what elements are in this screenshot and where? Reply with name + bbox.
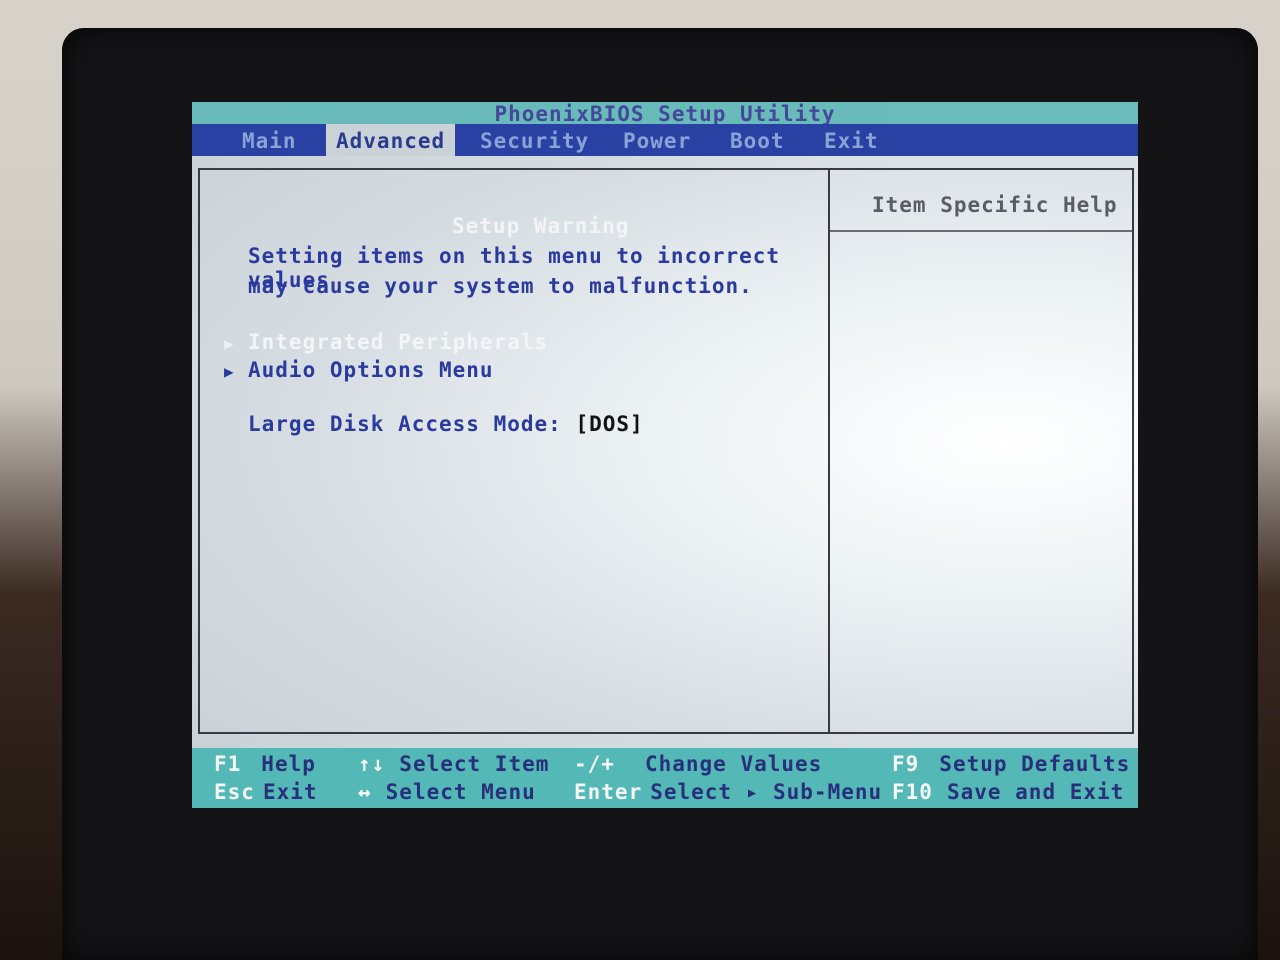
key-label: Enter <box>574 780 643 804</box>
key-label: -/+ <box>574 752 615 776</box>
key-label: Esc <box>214 780 255 804</box>
bios-screen: PhoenixBIOS Setup Utility Main Advanced … <box>192 102 1138 808</box>
help-title: Item Specific Help <box>830 170 1132 232</box>
key-hint-exit: Esc Exit <box>214 778 318 806</box>
key-hint-help: F1 Help <box>214 750 316 778</box>
key-label: F1 <box>214 752 242 776</box>
key-label: F9 <box>892 752 920 776</box>
key-hint-save-exit: F10 Save and Exit <box>892 778 1124 806</box>
main-panel: Setup Warning Setting items on this menu… <box>198 168 830 734</box>
key-description: Exit <box>262 780 318 804</box>
key-hint-setup-defaults: F9 Setup Defaults <box>892 750 1130 778</box>
bios-title: PhoenixBIOS Setup Utility <box>192 102 1138 126</box>
setting-value[interactable]: [DOS] <box>575 412 643 436</box>
key-legend: F1 Help ↑↓ Select Item -/+ Change Values F9… <box>192 748 1138 808</box>
tab-advanced[interactable]: Advanced <box>326 124 456 156</box>
submenu-label: Integrated Peripherals <box>248 330 549 354</box>
submenu-label: Audio Options Menu <box>248 358 494 382</box>
menu-bar: Main Advanced Security Power Boot Exit <box>192 124 1138 156</box>
help-panel: Item Specific Help <box>828 168 1134 734</box>
key-description: Save and Exit <box>946 780 1125 804</box>
key-description: Setup Defaults <box>939 752 1131 776</box>
setting-label: Large Disk Access Mode: <box>248 412 562 436</box>
key-label: ↑↓ <box>358 752 386 776</box>
key-description: Change Values <box>644 752 823 776</box>
setting-large-disk-access-mode[interactable]: Large Disk Access Mode: [DOS] <box>248 412 644 436</box>
submenu-audio-options[interactable]: ▶ Audio Options Menu <box>224 356 494 384</box>
submenu-arrow-icon: ▶ <box>224 362 235 381</box>
setup-warning-line: may cause your system to malfunction. <box>248 274 753 298</box>
tab-power[interactable]: Power <box>613 124 701 156</box>
key-hint-select-menu: ↔ Select Menu <box>358 778 536 806</box>
tab-main[interactable]: Main <box>232 124 307 156</box>
key-hint-select-submenu: Enter Select ▸ Sub-Menu <box>574 778 882 806</box>
key-description: Select Item <box>399 752 550 776</box>
key-label: F10 <box>892 780 933 804</box>
tab-boot[interactable]: Boot <box>720 124 795 156</box>
submenu-integrated-peripherals[interactable]: ▶ Integrated Peripherals <box>224 328 548 356</box>
key-hint-change-values: -/+ Change Values <box>574 750 822 778</box>
key-label: ↔ <box>358 780 372 804</box>
tab-security[interactable]: Security <box>470 124 599 156</box>
tab-exit[interactable]: Exit <box>814 124 889 156</box>
submenu-arrow-icon: ▶ <box>224 334 235 353</box>
setup-warning-title: Setup Warning <box>452 214 630 238</box>
key-description: Select ▸ Sub-Menu <box>650 780 883 804</box>
key-description: Help <box>261 752 316 776</box>
key-description: Select Menu <box>385 780 536 804</box>
key-hint-select-item: ↑↓ Select Item <box>358 750 549 778</box>
